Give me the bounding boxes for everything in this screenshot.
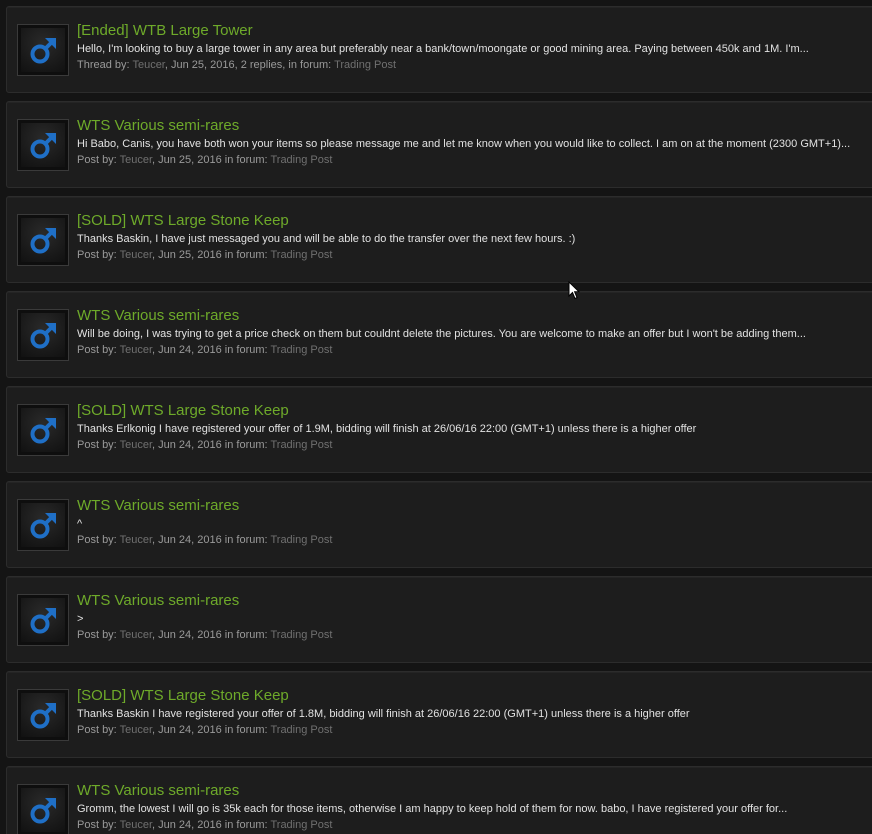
meta-details: , Jun 25, 2016 in forum: bbox=[152, 249, 268, 261]
meta-by-label: Post by: bbox=[77, 534, 117, 546]
meta-details: , Jun 24, 2016 in forum: bbox=[152, 629, 268, 641]
male-symbol-icon bbox=[30, 703, 56, 729]
meta-details: , Jun 24, 2016 in forum: bbox=[152, 439, 268, 451]
avatar[interactable] bbox=[17, 784, 69, 834]
avatar[interactable] bbox=[17, 309, 69, 361]
meta-details: , Jun 25, 2016 in forum: bbox=[152, 154, 268, 166]
forum-link[interactable]: Trading Post bbox=[270, 724, 332, 736]
result-snippet: Will be doing, I was trying to get a pri… bbox=[77, 328, 806, 340]
result-meta: Post by: Teucer, Jun 25, 2016 in forum: … bbox=[77, 154, 332, 167]
search-result-item: [SOLD] WTS Large Stone Keep Thanks Baski… bbox=[6, 196, 872, 283]
result-title-link[interactable]: WTS Various semi-rares bbox=[77, 117, 239, 134]
result-meta: Post by: Teucer, Jun 24, 2016 in forum: … bbox=[77, 819, 332, 832]
author-link[interactable]: Teucer bbox=[120, 249, 152, 261]
result-meta: Thread by: Teucer, Jun 25, 2016, 2 repli… bbox=[77, 59, 396, 72]
avatar[interactable] bbox=[17, 594, 69, 646]
male-symbol-icon bbox=[30, 228, 56, 254]
meta-by-label: Post by: bbox=[77, 724, 117, 736]
meta-details: , Jun 24, 2016 in forum: bbox=[152, 819, 268, 831]
result-snippet: > bbox=[77, 613, 84, 625]
result-meta: Post by: Teucer, Jun 24, 2016 in forum: … bbox=[77, 724, 332, 737]
forum-link[interactable]: Trading Post bbox=[270, 249, 332, 261]
meta-by-label: Post by: bbox=[77, 249, 117, 261]
result-snippet: Hi Babo, Canis, you have both won your i… bbox=[77, 138, 851, 150]
author-link[interactable]: Teucer bbox=[132, 59, 164, 71]
avatar[interactable] bbox=[17, 499, 69, 551]
result-snippet: Thanks Erlkonig I have registered your o… bbox=[77, 423, 697, 435]
result-title-link[interactable]: [SOLD] WTS Large Stone Keep bbox=[77, 687, 289, 704]
forum-link[interactable]: Trading Post bbox=[270, 534, 332, 546]
forum-link[interactable]: Trading Post bbox=[334, 59, 396, 71]
result-meta: Post by: Teucer, Jun 24, 2016 in forum: … bbox=[77, 439, 332, 452]
forum-link[interactable]: Trading Post bbox=[270, 819, 332, 831]
result-title-link[interactable]: [SOLD] WTS Large Stone Keep bbox=[77, 212, 289, 229]
result-meta: Post by: Teucer, Jun 24, 2016 in forum: … bbox=[77, 534, 332, 547]
result-title-link[interactable]: WTS Various semi-rares bbox=[77, 782, 239, 799]
male-symbol-icon bbox=[30, 798, 56, 824]
search-result-item: WTS Various semi-rares Will be doing, I … bbox=[6, 291, 872, 378]
meta-by-label: Post by: bbox=[77, 439, 117, 451]
meta-by-label: Post by: bbox=[77, 154, 117, 166]
author-link[interactable]: Teucer bbox=[120, 724, 152, 736]
result-snippet: Gromm, the lowest I will go is 35k each … bbox=[77, 803, 788, 815]
result-snippet: Thanks Baskin, I have just messaged you … bbox=[77, 233, 576, 245]
author-link[interactable]: Teucer bbox=[120, 629, 152, 641]
result-title-link[interactable]: [Ended] WTB Large Tower bbox=[77, 22, 253, 39]
meta-by-label: Thread by: bbox=[77, 59, 130, 71]
search-result-item: [Ended] WTB Large Tower Hello, I'm looki… bbox=[6, 6, 872, 93]
result-snippet: Thanks Baskin I have registered your off… bbox=[77, 708, 690, 720]
forum-link[interactable]: Trading Post bbox=[270, 154, 332, 166]
meta-details: , Jun 24, 2016 in forum: bbox=[152, 724, 268, 736]
male-symbol-icon bbox=[30, 133, 56, 159]
forum-link[interactable]: Trading Post bbox=[270, 629, 332, 641]
meta-by-label: Post by: bbox=[77, 344, 117, 356]
author-link[interactable]: Teucer bbox=[120, 344, 152, 356]
author-link[interactable]: Teucer bbox=[120, 154, 152, 166]
male-symbol-icon bbox=[30, 323, 56, 349]
male-symbol-icon bbox=[30, 418, 56, 444]
result-title-link[interactable]: WTS Various semi-rares bbox=[77, 307, 239, 324]
avatar[interactable] bbox=[17, 214, 69, 266]
result-title-link[interactable]: WTS Various semi-rares bbox=[77, 592, 239, 609]
meta-details: , Jun 24, 2016 in forum: bbox=[152, 534, 268, 546]
author-link[interactable]: Teucer bbox=[120, 534, 152, 546]
result-meta: Post by: Teucer, Jun 24, 2016 in forum: … bbox=[77, 344, 332, 357]
result-title-link[interactable]: [SOLD] WTS Large Stone Keep bbox=[77, 402, 289, 419]
avatar[interactable] bbox=[17, 119, 69, 171]
author-link[interactable]: Teucer bbox=[120, 819, 152, 831]
result-meta: Post by: Teucer, Jun 25, 2016 in forum: … bbox=[77, 249, 332, 262]
forum-link[interactable]: Trading Post bbox=[270, 439, 332, 451]
search-result-item: [SOLD] WTS Large Stone Keep Thanks Erlko… bbox=[6, 386, 872, 473]
result-meta: Post by: Teucer, Jun 24, 2016 in forum: … bbox=[77, 629, 332, 642]
search-result-item: WTS Various semi-rares Hi Babo, Canis, y… bbox=[6, 101, 872, 188]
meta-details: , Jun 24, 2016 in forum: bbox=[152, 344, 268, 356]
meta-details: , Jun 25, 2016, 2 replies, in forum: bbox=[164, 59, 332, 71]
search-result-item: [SOLD] WTS Large Stone Keep Thanks Baski… bbox=[6, 671, 872, 758]
result-snippet: ^ bbox=[77, 518, 83, 530]
avatar[interactable] bbox=[17, 24, 69, 76]
result-title-link[interactable]: WTS Various semi-rares bbox=[77, 497, 239, 514]
author-link[interactable]: Teucer bbox=[120, 439, 152, 451]
meta-by-label: Post by: bbox=[77, 629, 117, 641]
meta-by-label: Post by: bbox=[77, 819, 117, 831]
search-result-item: WTS Various semi-rares Gromm, the lowest… bbox=[6, 766, 872, 834]
male-symbol-icon bbox=[30, 38, 56, 64]
avatar[interactable] bbox=[17, 404, 69, 456]
avatar[interactable] bbox=[17, 689, 69, 741]
male-symbol-icon bbox=[30, 608, 56, 634]
mouse-pointer-icon bbox=[568, 281, 580, 300]
search-result-item: WTS Various semi-rares > Post by: Teucer… bbox=[6, 576, 872, 663]
forum-link[interactable]: Trading Post bbox=[270, 344, 332, 356]
search-results-list: [Ended] WTB Large Tower Hello, I'm looki… bbox=[0, 0, 872, 834]
male-symbol-icon bbox=[30, 513, 56, 539]
search-result-item: WTS Various semi-rares ^ Post by: Teucer… bbox=[6, 481, 872, 568]
result-snippet: Hello, I'm looking to buy a large tower … bbox=[77, 43, 809, 55]
